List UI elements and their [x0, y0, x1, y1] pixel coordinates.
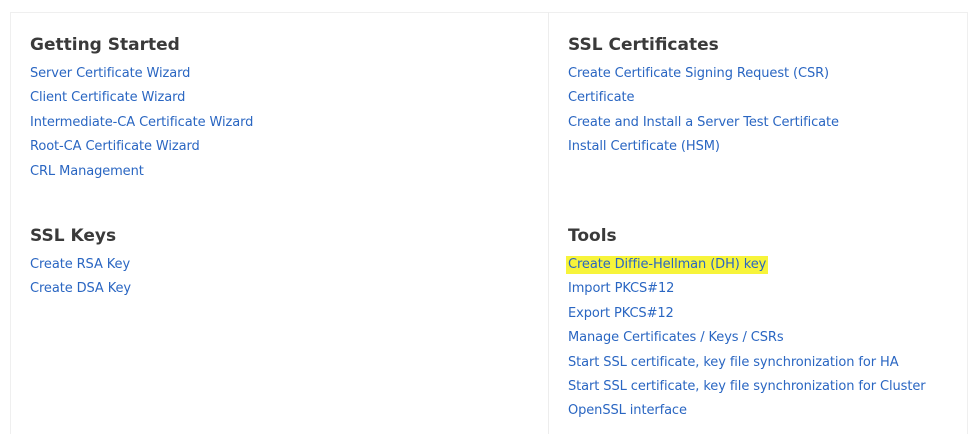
list-item: Create RSA Key: [30, 253, 131, 277]
link-export-pkcs12[interactable]: Export PKCS#12: [568, 306, 674, 321]
section-title-tools: Tools: [568, 226, 617, 246]
list-item: Install Certificate (HSM): [568, 135, 839, 159]
list-item: Intermediate-CA Certificate Wizard: [30, 111, 253, 135]
link-create-dsa-key[interactable]: Create DSA Key: [30, 281, 131, 296]
link-sync-ha[interactable]: Start SSL certificate, key file synchron…: [568, 355, 899, 370]
link-sync-cluster[interactable]: Start SSL certificate, key file synchron…: [568, 379, 926, 394]
list-item: Create and Install a Server Test Certifi…: [568, 111, 839, 135]
link-list-getting-started: Server Certificate Wizard Client Certifi…: [30, 62, 253, 184]
section-tools: Tools Create Diffie-Hellman (DH) key Imp…: [566, 225, 926, 424]
section-ssl-certificates: SSL Certificates Create Certificate Sign…: [568, 34, 839, 160]
link-create-rsa-key[interactable]: Create RSA Key: [30, 257, 130, 272]
section-title-getting-started: Getting Started: [30, 35, 180, 55]
link-client-certificate-wizard[interactable]: Client Certificate Wizard: [30, 90, 185, 105]
link-create-csr[interactable]: Create Certificate Signing Request (CSR): [568, 66, 829, 81]
list-item: Certificate: [568, 86, 839, 110]
link-list-ssl-certificates: Create Certificate Signing Request (CSR)…: [568, 62, 839, 160]
link-list-ssl-keys: Create RSA Key Create DSA Key: [30, 253, 131, 302]
section-getting-started: Getting Started Server Certificate Wizar…: [30, 34, 253, 184]
list-item: Create Certificate Signing Request (CSR): [568, 62, 839, 86]
list-item: Server Certificate Wizard: [30, 62, 253, 86]
list-item: Export PKCS#12: [568, 302, 925, 326]
link-root-ca-certificate-wizard[interactable]: Root-CA Certificate Wizard: [30, 139, 200, 154]
column-divider: [548, 12, 549, 434]
link-manage-certificates-keys-csrs[interactable]: Manage Certificates / Keys / CSRs: [568, 330, 784, 345]
list-item: OpenSSL interface: [568, 399, 925, 423]
list-item: Manage Certificates / Keys / CSRs: [568, 326, 925, 350]
section-title-ssl-keys: SSL Keys: [30, 226, 117, 246]
link-create-install-server-test-certificate[interactable]: Create and Install a Server Test Certifi…: [568, 115, 839, 130]
list-item: Client Certificate Wizard: [30, 86, 253, 110]
list-item: Start SSL certificate, key file synchron…: [568, 351, 925, 375]
link-openssl-interface[interactable]: OpenSSL interface: [568, 403, 687, 418]
list-item: Import PKCS#12: [568, 277, 925, 301]
section-title-ssl-certificates: SSL Certificates: [568, 35, 719, 55]
list-item: CRL Management: [30, 160, 253, 184]
list-item: Create DSA Key: [30, 277, 131, 301]
list-item: Create Diffie-Hellman (DH) key: [566, 253, 925, 277]
section-ssl-keys: SSL Keys Create RSA Key Create DSA Key: [30, 225, 131, 302]
list-item: Root-CA Certificate Wizard: [30, 135, 253, 159]
link-intermediate-ca-certificate-wizard[interactable]: Intermediate-CA Certificate Wizard: [30, 115, 253, 130]
link-crl-management[interactable]: CRL Management: [30, 164, 144, 179]
list-item: Start SSL certificate, key file synchron…: [568, 375, 926, 399]
link-create-dh-key[interactable]: Create Diffie-Hellman (DH) key: [566, 256, 769, 274]
link-import-pkcs12[interactable]: Import PKCS#12: [568, 281, 674, 296]
link-server-certificate-wizard[interactable]: Server Certificate Wizard: [30, 66, 190, 81]
link-certificate[interactable]: Certificate: [568, 90, 635, 105]
link-list-tools: Create Diffie-Hellman (DH) key Import PK…: [566, 253, 926, 424]
link-install-certificate-hsm[interactable]: Install Certificate (HSM): [568, 139, 720, 154]
